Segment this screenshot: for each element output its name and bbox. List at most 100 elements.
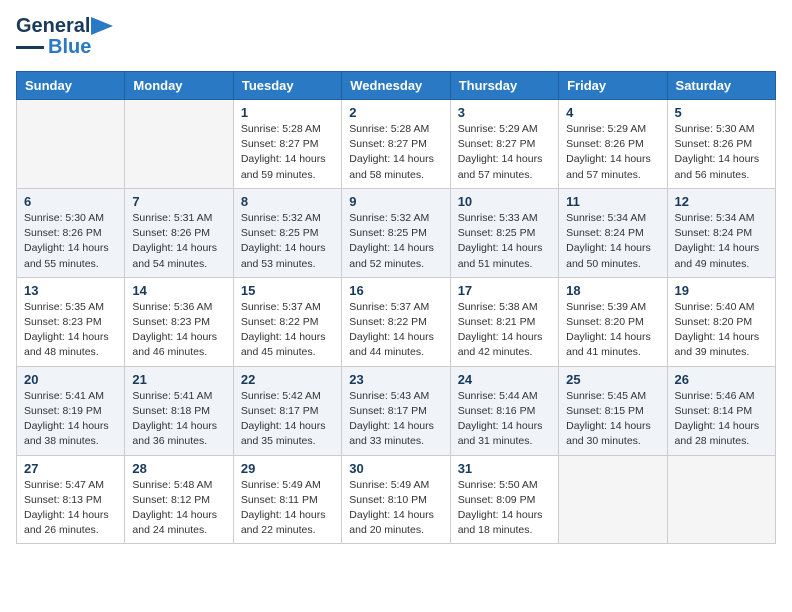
calendar-day-cell: 20 Sunrise: 5:41 AMSunset: 8:19 PMDayligh… [17, 366, 125, 455]
calendar-day-cell: 26 Sunrise: 5:46 AMSunset: 8:14 PMDayligh… [667, 366, 775, 455]
day-number: 18 [566, 283, 659, 298]
column-header-saturday: Saturday [667, 72, 775, 100]
day-info: Sunrise: 5:34 AMSunset: 8:24 PMDaylight:… [675, 211, 768, 272]
calendar-day-cell [125, 100, 233, 189]
day-number: 22 [241, 372, 334, 387]
day-number: 17 [458, 283, 551, 298]
calendar-day-cell: 5 Sunrise: 5:30 AMSunset: 8:26 PMDaylight… [667, 100, 775, 189]
day-info: Sunrise: 5:37 AMSunset: 8:22 PMDaylight:… [349, 300, 442, 361]
calendar-day-cell: 27 Sunrise: 5:47 AMSunset: 8:13 PMDayligh… [17, 455, 125, 544]
column-header-wednesday: Wednesday [342, 72, 450, 100]
day-info: Sunrise: 5:37 AMSunset: 8:22 PMDaylight:… [241, 300, 334, 361]
day-info: Sunrise: 5:34 AMSunset: 8:24 PMDaylight:… [566, 211, 659, 272]
day-info: Sunrise: 5:47 AMSunset: 8:13 PMDaylight:… [24, 478, 117, 539]
day-info: Sunrise: 5:48 AMSunset: 8:12 PMDaylight:… [132, 478, 225, 539]
day-number: 20 [24, 372, 117, 387]
day-number: 30 [349, 461, 442, 476]
day-number: 23 [349, 372, 442, 387]
calendar-day-cell: 1 Sunrise: 5:28 AMSunset: 8:27 PMDaylight… [233, 100, 341, 189]
calendar-day-cell: 10Sunrise: 5:33 AMSunset: 8:25 PMDayligh… [450, 188, 558, 277]
day-number: 26 [675, 372, 768, 387]
page-header: General Blue [16, 16, 776, 59]
calendar-day-cell: 14 Sunrise: 5:36 AMSunset: 8:23 PMDayligh… [125, 277, 233, 366]
calendar-day-cell: 19 Sunrise: 5:40 AMSunset: 8:20 PMDayligh… [667, 277, 775, 366]
day-info: Sunrise: 5:39 AMSunset: 8:20 PMDaylight:… [566, 300, 659, 361]
calendar-day-cell: 23Sunrise: 5:43 AMSunset: 8:17 PMDayligh… [342, 366, 450, 455]
calendar-week-row: 27 Sunrise: 5:47 AMSunset: 8:13 PMDayligh… [17, 455, 776, 544]
day-number: 15 [241, 283, 334, 298]
calendar-day-cell: 24 Sunrise: 5:44 AMSunset: 8:16 PMDayligh… [450, 366, 558, 455]
day-info: Sunrise: 5:40 AMSunset: 8:20 PMDaylight:… [675, 300, 768, 361]
day-info: Sunrise: 5:29 AMSunset: 8:26 PMDaylight:… [566, 122, 659, 183]
calendar-day-cell: 3 Sunrise: 5:29 AMSunset: 8:27 PMDaylight… [450, 100, 558, 189]
day-info: Sunrise: 5:44 AMSunset: 8:16 PMDaylight:… [458, 389, 551, 450]
day-number: 6 [24, 194, 117, 209]
day-info: Sunrise: 5:30 AMSunset: 8:26 PMDaylight:… [675, 122, 768, 183]
day-number: 21 [132, 372, 225, 387]
column-header-tuesday: Tuesday [233, 72, 341, 100]
day-number: 9 [349, 194, 442, 209]
logo: General Blue [16, 16, 113, 59]
day-info: Sunrise: 5:29 AMSunset: 8:27 PMDaylight:… [458, 122, 551, 183]
day-info: Sunrise: 5:36 AMSunset: 8:23 PMDaylight:… [132, 300, 225, 361]
calendar-day-cell: 21Sunrise: 5:41 AMSunset: 8:18 PMDayligh… [125, 366, 233, 455]
calendar-week-row: 20 Sunrise: 5:41 AMSunset: 8:19 PMDayligh… [17, 366, 776, 455]
day-info: Sunrise: 5:28 AMSunset: 8:27 PMDaylight:… [349, 122, 442, 183]
calendar-day-cell [17, 100, 125, 189]
day-number: 14 [132, 283, 225, 298]
calendar-table: SundayMondayTuesdayWednesdayThursdayFrid… [16, 71, 776, 544]
day-number: 19 [675, 283, 768, 298]
day-info: Sunrise: 5:50 AMSunset: 8:09 PMDaylight:… [458, 478, 551, 539]
calendar-day-cell: 13 Sunrise: 5:35 AMSunset: 8:23 PMDayligh… [17, 277, 125, 366]
day-info: Sunrise: 5:49 AMSunset: 8:10 PMDaylight:… [349, 478, 442, 539]
calendar-day-cell: 30 Sunrise: 5:49 AMSunset: 8:10 PMDayligh… [342, 455, 450, 544]
column-header-monday: Monday [125, 72, 233, 100]
calendar-day-cell: 31Sunrise: 5:50 AMSunset: 8:09 PMDayligh… [450, 455, 558, 544]
calendar-week-row: 1 Sunrise: 5:28 AMSunset: 8:27 PMDaylight… [17, 100, 776, 189]
day-info: Sunrise: 5:28 AMSunset: 8:27 PMDaylight:… [241, 122, 334, 183]
calendar-header-row: SundayMondayTuesdayWednesdayThursdayFrid… [17, 72, 776, 100]
day-info: Sunrise: 5:41 AMSunset: 8:19 PMDaylight:… [24, 389, 117, 450]
day-number: 25 [566, 372, 659, 387]
day-number: 12 [675, 194, 768, 209]
calendar-week-row: 6 Sunrise: 5:30 AMSunset: 8:26 PMDaylight… [17, 188, 776, 277]
calendar-day-cell: 17 Sunrise: 5:38 AMSunset: 8:21 PMDayligh… [450, 277, 558, 366]
day-info: Sunrise: 5:46 AMSunset: 8:14 PMDaylight:… [675, 389, 768, 450]
day-number: 7 [132, 194, 225, 209]
day-info: Sunrise: 5:33 AMSunset: 8:25 PMDaylight:… [458, 211, 551, 272]
calendar-day-cell: 22 Sunrise: 5:42 AMSunset: 8:17 PMDayligh… [233, 366, 341, 455]
day-number: 29 [241, 461, 334, 476]
calendar-day-cell: 25 Sunrise: 5:45 AMSunset: 8:15 PMDayligh… [559, 366, 667, 455]
day-number: 5 [675, 105, 768, 120]
day-info: Sunrise: 5:30 AMSunset: 8:26 PMDaylight:… [24, 211, 117, 272]
calendar-day-cell: 16 Sunrise: 5:37 AMSunset: 8:22 PMDayligh… [342, 277, 450, 366]
calendar-day-cell: 29 Sunrise: 5:49 AMSunset: 8:11 PMDayligh… [233, 455, 341, 544]
day-number: 3 [458, 105, 551, 120]
day-number: 24 [458, 372, 551, 387]
day-number: 1 [241, 105, 334, 120]
column-header-friday: Friday [559, 72, 667, 100]
day-info: Sunrise: 5:32 AMSunset: 8:25 PMDaylight:… [349, 211, 442, 272]
logo-blue: Blue [48, 36, 91, 59]
day-info: Sunrise: 5:38 AMSunset: 8:21 PMDaylight:… [458, 300, 551, 361]
day-info: Sunrise: 5:42 AMSunset: 8:17 PMDaylight:… [241, 389, 334, 450]
calendar-day-cell [667, 455, 775, 544]
calendar-day-cell: 4Sunrise: 5:29 AMSunset: 8:26 PMDaylight… [559, 100, 667, 189]
day-number: 2 [349, 105, 442, 120]
day-info: Sunrise: 5:49 AMSunset: 8:11 PMDaylight:… [241, 478, 334, 539]
calendar-day-cell: 12 Sunrise: 5:34 AMSunset: 8:24 PMDayligh… [667, 188, 775, 277]
calendar-day-cell: 11Sunrise: 5:34 AMSunset: 8:24 PMDayligh… [559, 188, 667, 277]
logo-general: General [16, 16, 90, 36]
day-info: Sunrise: 5:45 AMSunset: 8:15 PMDaylight:… [566, 389, 659, 450]
column-header-thursday: Thursday [450, 72, 558, 100]
logo-icon [91, 17, 113, 35]
calendar-day-cell: 18 Sunrise: 5:39 AMSunset: 8:20 PMDayligh… [559, 277, 667, 366]
calendar-day-cell: 8Sunrise: 5:32 AMSunset: 8:25 PMDaylight… [233, 188, 341, 277]
day-info: Sunrise: 5:35 AMSunset: 8:23 PMDaylight:… [24, 300, 117, 361]
day-info: Sunrise: 5:32 AMSunset: 8:25 PMDaylight:… [241, 211, 334, 272]
calendar-day-cell: 15 Sunrise: 5:37 AMSunset: 8:22 PMDayligh… [233, 277, 341, 366]
day-number: 27 [24, 461, 117, 476]
day-info: Sunrise: 5:31 AMSunset: 8:26 PMDaylight:… [132, 211, 225, 272]
day-number: 16 [349, 283, 442, 298]
day-number: 13 [24, 283, 117, 298]
